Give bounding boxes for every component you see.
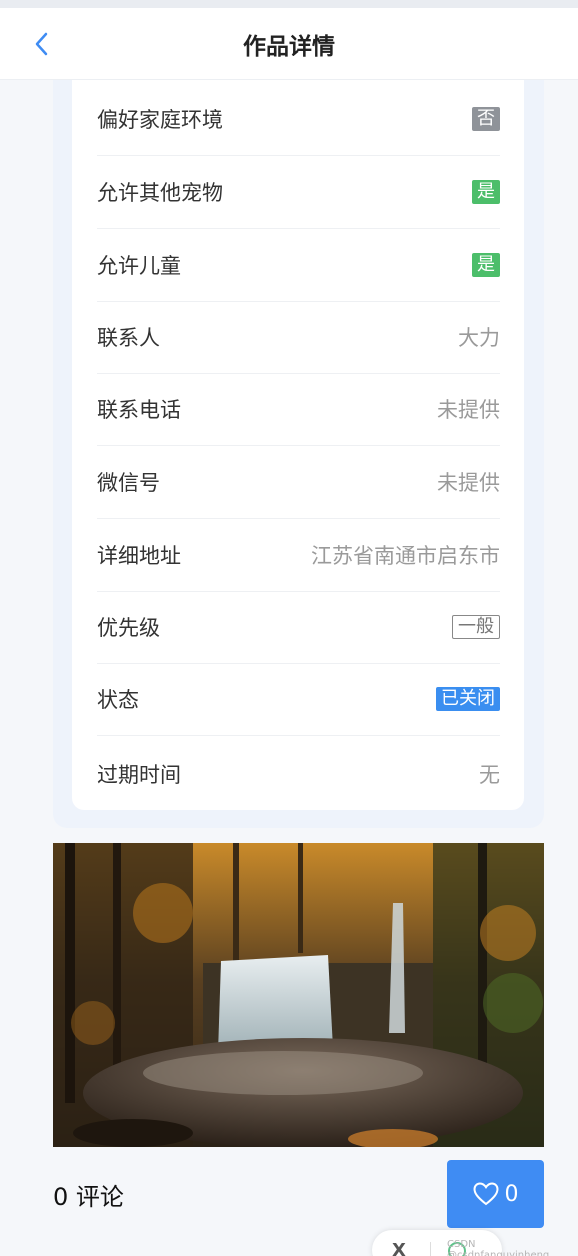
page-title: 作品详情: [243, 33, 335, 60]
detail-row-priority: 优先级 一般: [97, 591, 500, 664]
row-value: 江苏省南通市启东市: [311, 544, 500, 568]
status-badge: 已关闭: [436, 687, 500, 711]
row-label: 过期时间: [97, 762, 181, 787]
row-label: 联系电话: [97, 398, 181, 422]
row-label: 状态: [97, 688, 139, 712]
row-value: 无: [479, 762, 500, 787]
back-button[interactable]: [24, 26, 60, 62]
row-label: 允许儿童: [97, 254, 181, 278]
waterfall-image: [53, 843, 544, 1147]
status-badge: 是: [472, 180, 500, 204]
detail-row-wechat: 微信号 未提供: [97, 446, 500, 519]
status-badge: 是: [472, 253, 500, 277]
navbar: 作品详情: [0, 8, 578, 80]
chevron-left-icon: [35, 32, 48, 56]
row-label: 详细地址: [97, 544, 181, 568]
post-image[interactable]: [53, 843, 544, 1147]
watermark: CSDN @csdnfanguyinheng: [447, 1239, 550, 1256]
x-icon[interactable]: X: [392, 1240, 406, 1256]
comment-count[interactable]: 0 评论: [53, 1177, 124, 1212]
detail-row-other-pets: 允许其他宠物 是: [97, 156, 500, 229]
detail-row-home-env: 偏好家庭环境 否: [97, 83, 500, 156]
row-label: 允许其他宠物: [97, 181, 223, 205]
status-strip: [0, 0, 578, 8]
row-value: 未提供: [437, 398, 500, 422]
detail-row-phone: 联系电话 未提供: [97, 373, 500, 446]
detail-row-children: 允许儿童 是: [97, 229, 500, 302]
detail-row-status: 状态 已关闭: [97, 663, 500, 736]
like-button[interactable]: 0: [447, 1160, 544, 1228]
priority-badge: 一般: [452, 615, 500, 639]
row-label: 优先级: [97, 616, 160, 640]
detail-row-address: 详细地址 江苏省南通市启东市: [97, 519, 500, 592]
detail-row-contact: 联系人 大力: [97, 301, 500, 374]
row-value: 大力: [458, 326, 500, 350]
row-label: 偏好家庭环境: [97, 108, 223, 132]
detail-row-expiry: 过期时间 无: [97, 737, 500, 810]
status-badge: 否: [472, 107, 500, 131]
row-label: 微信号: [97, 471, 160, 495]
divider: [430, 1242, 431, 1256]
row-value: 未提供: [437, 471, 500, 495]
row-label: 联系人: [97, 326, 160, 350]
heart-outline-icon: [472, 1182, 499, 1206]
like-count: 0: [504, 1181, 519, 1207]
